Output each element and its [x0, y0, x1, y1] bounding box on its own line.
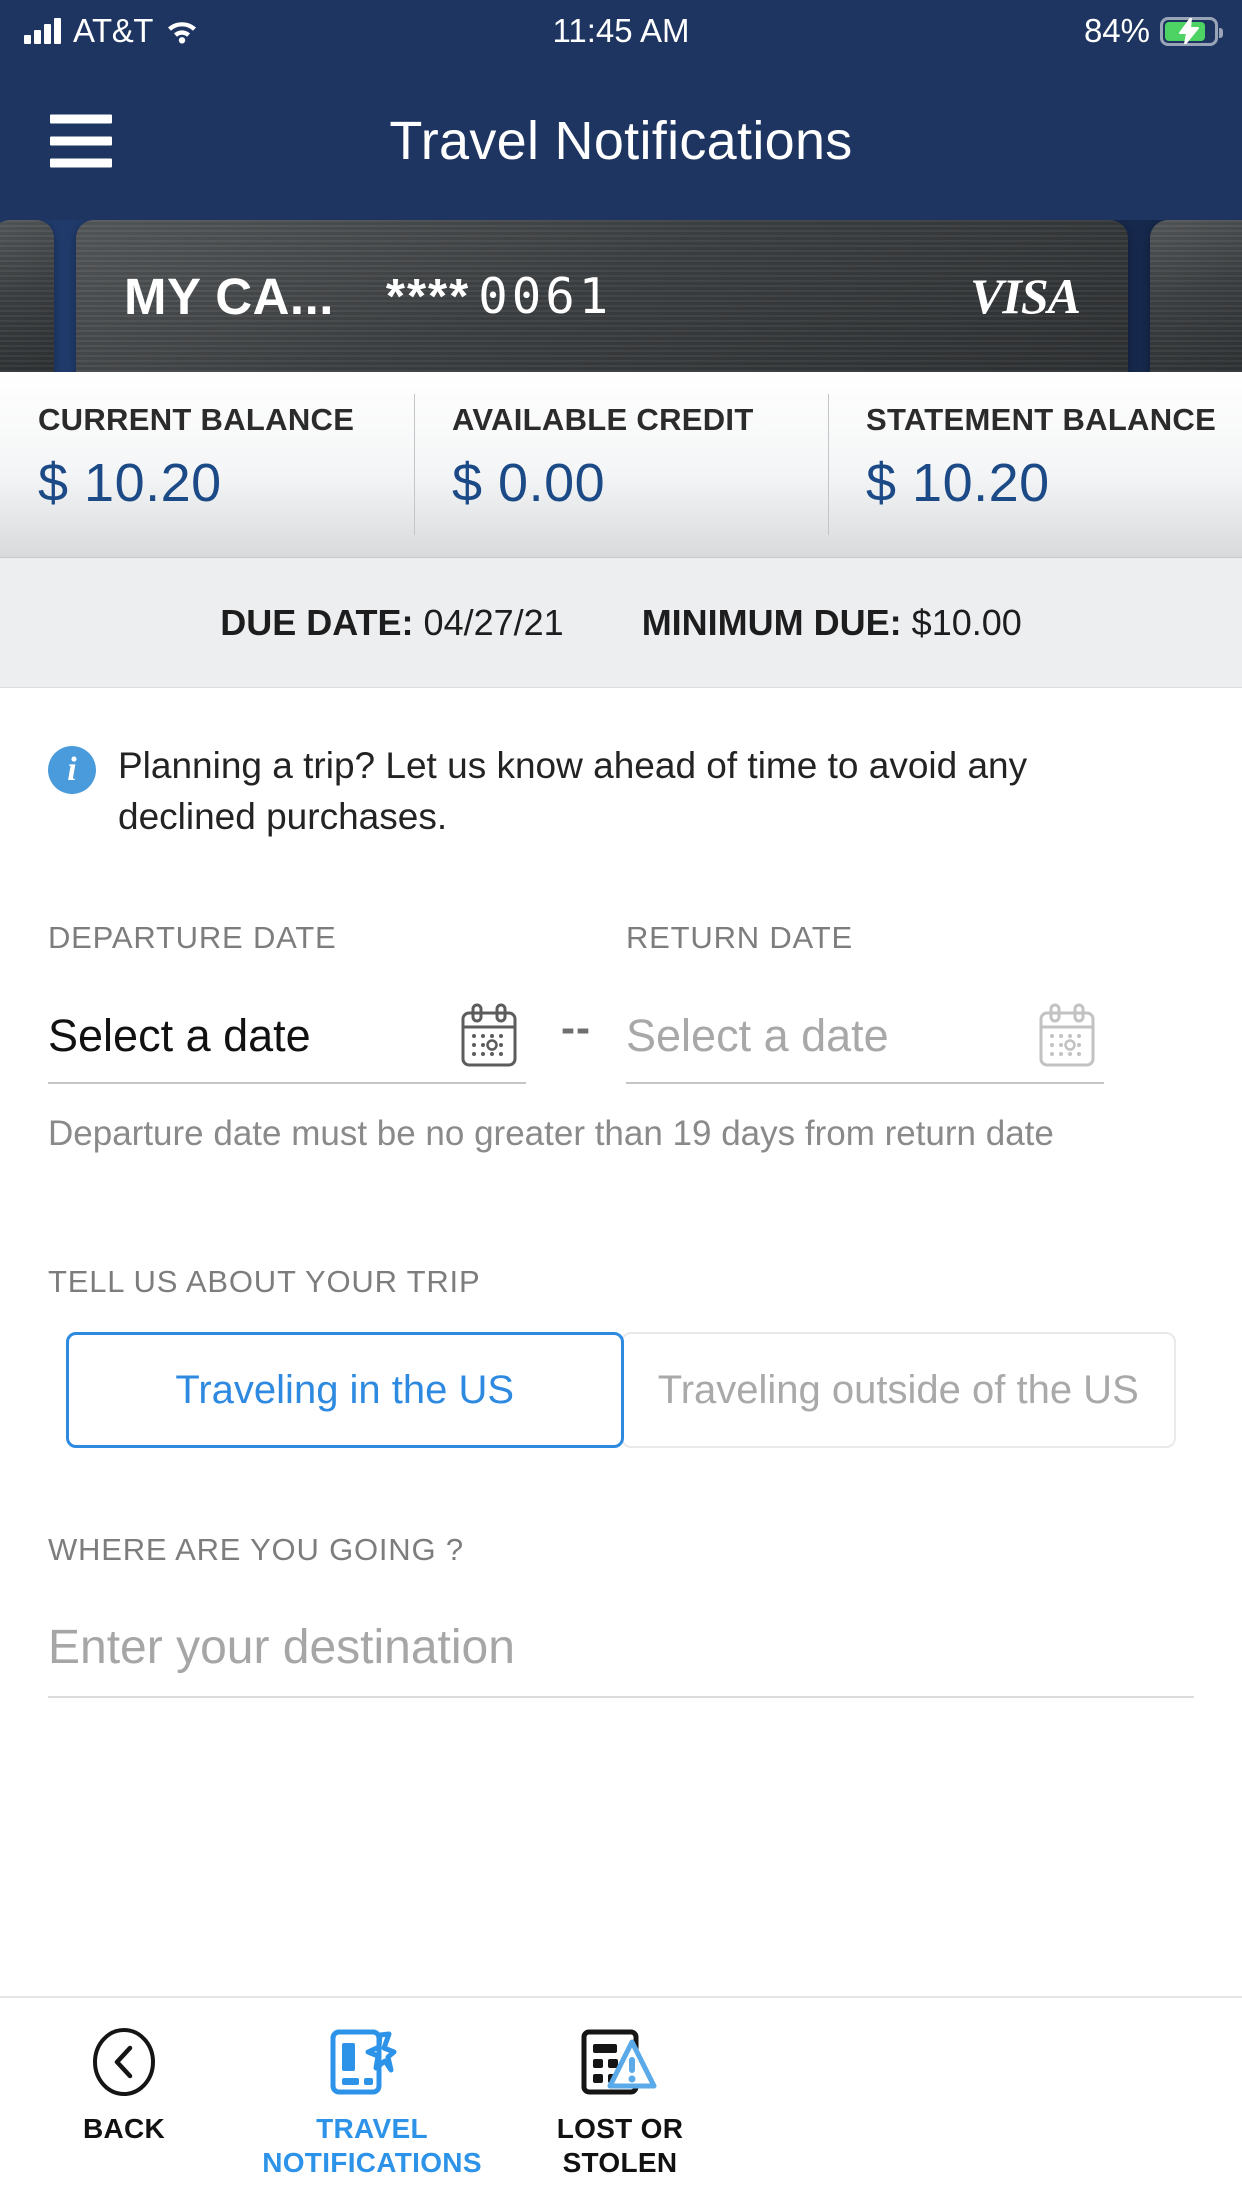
wifi-icon	[167, 22, 196, 44]
page-title: Travel Notifications	[389, 111, 853, 171]
balance-label: STATEMENT BALANCE	[866, 402, 1217, 437]
carrier-label: AT&T	[73, 12, 153, 49]
status-bar-left: AT&T	[24, 12, 199, 50]
info-banner-text: Planning a trip? Let us know ahead of ti…	[118, 745, 1028, 838]
due-date: DUE DATE: 04/27/21	[220, 602, 563, 644]
destination-label: WHERE ARE YOU GOING ?	[48, 1532, 464, 1568]
balance-value: $ 10.20	[866, 453, 1050, 513]
return-date-label: RETURN DATE	[626, 920, 853, 956]
info-banner: i Planning a trip? Let us know ahead of …	[48, 688, 1194, 842]
tab-label-line2: STOLEN	[562, 2147, 678, 2179]
hamburger-menu-icon[interactable]	[50, 114, 112, 168]
back-chevron-circle-icon	[91, 2026, 157, 2098]
tab-label-line1: TRAVEL	[316, 2113, 428, 2144]
return-date-input[interactable]: Select a date	[626, 990, 1104, 1085]
minimum-due: MINIMUM DUE: $10.00	[642, 602, 1022, 644]
tab-travel-notifications[interactable]: TRAVEL NOTIFICATIONS	[248, 2026, 496, 2180]
balance-label: CURRENT BALANCE	[38, 402, 355, 437]
balance-label: AVAILABLE CREDIT	[452, 402, 754, 437]
card-active[interactable]: MY CA... **** 0061 VISA	[76, 220, 1128, 372]
departure-date-input[interactable]: Select a date	[48, 990, 526, 1085]
balance-summary: CURRENT BALANCE $ 10.20 AVAILABLE CREDIT…	[0, 372, 1242, 558]
bottom-tab-bar: BACK TRAVEL NOTIFICATIONS LOST OR STOLEN	[0, 1996, 1242, 2208]
status-bar: AT&T 11:45 AM 84%	[0, 0, 1242, 62]
trip-type-section: TELL US ABOUT YOUR TRIP Traveling in the…	[48, 1264, 1194, 1449]
calendar-icon	[461, 1003, 517, 1067]
travel-dates-section: DEPARTURE DATE Select a date -- RETURN D…	[48, 920, 1194, 1158]
tab-lost-or-stolen[interactable]: LOST OR STOLEN	[496, 2026, 744, 2180]
battery-charging-icon	[1160, 16, 1223, 46]
balance-value: $ 0.00	[452, 453, 606, 513]
card-carousel[interactable]: MY CA... **** 0061 VISA	[0, 220, 1242, 372]
card-peek-previous[interactable]	[0, 220, 54, 372]
return-date-value: Select a date	[626, 1010, 889, 1062]
tab-travel-notifications-label: TRAVEL NOTIFICATIONS	[262, 2112, 482, 2180]
segment-traveling-outside-us[interactable]: Traveling outside of the US	[620, 1332, 1176, 1449]
date-range-separator: --	[561, 1004, 591, 1052]
status-bar-right: 84%	[1083, 12, 1223, 50]
tab-label-line1: LOST OR	[556, 2113, 684, 2144]
info-circle-icon: i	[48, 746, 96, 794]
return-date-group: RETURN DATE Select a date	[626, 920, 1104, 1085]
trip-type-label: TELL US ABOUT YOUR TRIP	[48, 1264, 481, 1300]
card-airplane-icon	[329, 2026, 415, 2098]
balance-value: $ 10.20	[38, 453, 222, 513]
tab-lost-or-stolen-label: LOST OR STOLEN	[557, 2112, 684, 2180]
carousel-cards: MY CA... **** 0061 VISA	[0, 220, 1242, 372]
charging-bolt-icon	[1179, 18, 1199, 44]
date-helper-text: Departure date must be no greater than 1…	[48, 1114, 1054, 1154]
balance-available-credit: AVAILABLE CREDIT $ 0.00	[414, 372, 828, 557]
destination-input[interactable]	[48, 1619, 1194, 1675]
departure-date-group: DEPARTURE DATE Select a date	[48, 920, 526, 1085]
due-date-label: DUE DATE:	[220, 601, 414, 643]
main-content: i Planning a trip? Let us know ahead of …	[0, 688, 1242, 1996]
departure-date-label: DEPARTURE DATE	[48, 920, 337, 956]
card-nickname: MY CA...	[124, 267, 334, 325]
destination-input-wrapper[interactable]	[48, 1598, 1194, 1699]
app-screen: AT&T 11:45 AM 84% Travel Notifications M…	[0, 0, 1242, 2208]
balance-current: CURRENT BALANCE $ 10.20	[0, 372, 414, 557]
card-warning-icon	[580, 2026, 660, 2098]
card-number-mask: ****	[385, 269, 471, 324]
tab-label-line2: NOTIFICATIONS	[262, 2147, 482, 2179]
battery-percent-label: 84%	[1083, 12, 1150, 49]
tab-back-label: BACK	[82, 2113, 166, 2144]
signal-bars-icon	[24, 18, 61, 44]
card-peek-next[interactable]	[1150, 220, 1242, 372]
minimum-due-label: MINIMUM DUE:	[641, 601, 902, 643]
departure-date-value: Select a date	[48, 1010, 311, 1062]
destination-section: WHERE ARE YOU GOING ?	[48, 1532, 1194, 1699]
visa-logo: VISA	[970, 268, 1081, 324]
segment-traveling-in-us[interactable]: Traveling in the US	[66, 1332, 624, 1449]
trip-type-segmented-control: Traveling in the US Traveling outside of…	[66, 1332, 1176, 1449]
date-row: DEPARTURE DATE Select a date -- RETURN D…	[48, 920, 1194, 1085]
due-summary-row: DUE DATE: 04/27/21 MINIMUM DUE: $10.00	[0, 558, 1242, 688]
card-number: **** 0061	[386, 268, 612, 325]
tab-back[interactable]: BACK	[0, 2026, 248, 2146]
card-last-four: 0061	[478, 267, 613, 325]
nav-header: Travel Notifications	[0, 62, 1242, 220]
minimum-due-value: $10.00	[911, 601, 1022, 643]
calendar-icon	[1039, 1003, 1095, 1067]
due-date-value: 04/27/21	[423, 601, 564, 643]
balance-statement: STATEMENT BALANCE $ 10.20	[828, 372, 1242, 557]
